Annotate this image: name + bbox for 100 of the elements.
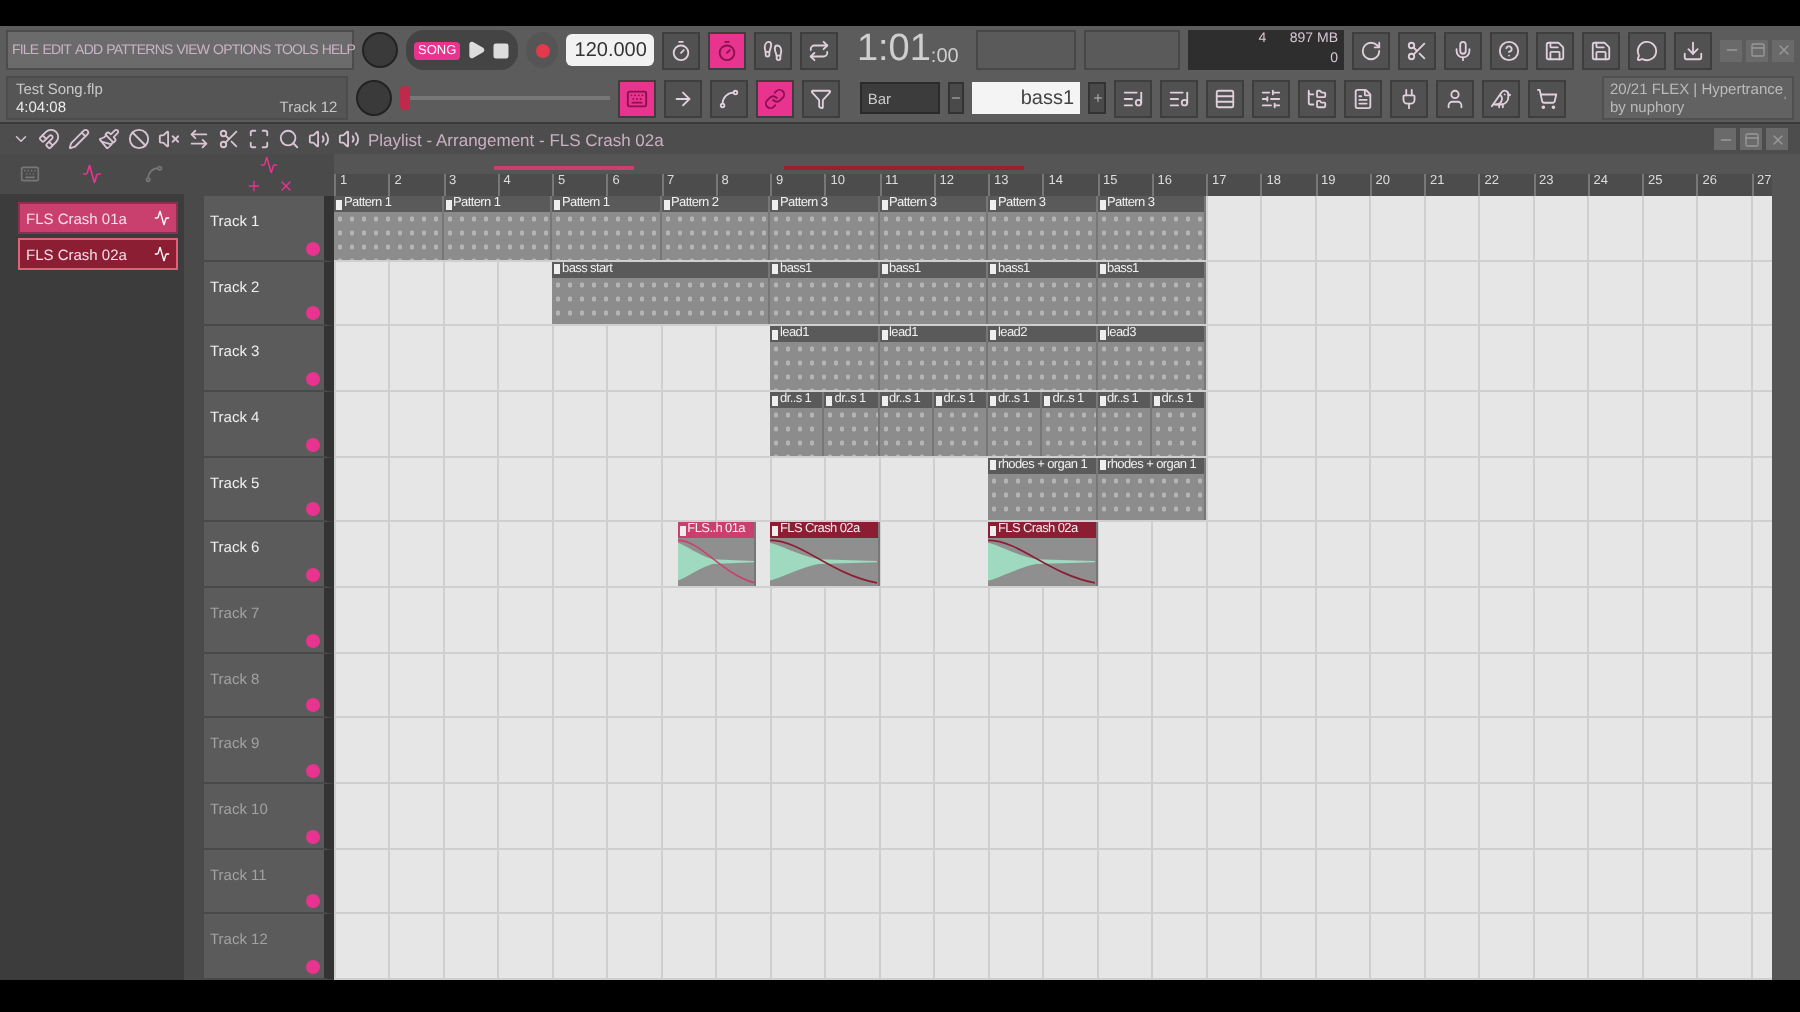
note-pattern-drawing: [1097, 212, 1204, 260]
note-pattern-drawing: [552, 212, 659, 260]
pattern-icon: [772, 199, 778, 209]
track-button-icon[interactable]: [306, 241, 320, 256]
tempo-field[interactable]: 120.000: [566, 34, 655, 66]
pattern-icon: [1044, 395, 1051, 406]
magnet-icon[interactable]: [38, 128, 60, 150]
minus-icon: [950, 92, 962, 104]
step-toggle[interactable]: [754, 31, 793, 69]
time-ticks: :00: [930, 46, 959, 68]
close-button[interactable]: [1766, 128, 1788, 150]
browser-button[interactable]: [1297, 79, 1336, 117]
track-button-icon[interactable]: [306, 894, 320, 909]
play-icon[interactable]: [466, 40, 487, 60]
mute-icon[interactable]: [158, 128, 180, 150]
playlist-button[interactable]: [1113, 79, 1152, 117]
pattern-icon: [990, 329, 996, 340]
browser-icon: [1305, 87, 1328, 109]
scissors-button[interactable]: [1398, 31, 1436, 69]
chat-button[interactable]: [1628, 31, 1666, 69]
person-icon: [1443, 87, 1466, 109]
bird-button[interactable]: [1481, 79, 1520, 117]
note-pattern-drawing: [824, 408, 877, 456]
save-button[interactable]: [1582, 31, 1620, 69]
curve-icon: [717, 87, 740, 109]
maximize-button[interactable]: [1740, 128, 1762, 150]
cart-button[interactable]: [1527, 79, 1566, 117]
select-icon[interactable]: [248, 128, 270, 150]
dropdown-icon[interactable]: [12, 130, 30, 148]
track-button-icon[interactable]: [306, 960, 320, 975]
track-button-icon[interactable]: [306, 437, 320, 452]
volume-knob[interactable]: [362, 32, 398, 68]
search-icon[interactable]: [278, 128, 300, 150]
step-icon: [762, 39, 785, 61]
document-button[interactable]: [1343, 79, 1382, 117]
pencil-icon[interactable]: [68, 128, 90, 150]
add-icon[interactable]: [245, 178, 261, 194]
channel-rack-button[interactable]: [1205, 79, 1244, 117]
track-button-icon[interactable]: [306, 502, 320, 517]
track-button-icon[interactable]: [306, 698, 320, 713]
track-button-icon[interactable]: [306, 829, 320, 844]
close-button[interactable]: [1772, 39, 1794, 61]
metronome-toggle[interactable]: [662, 31, 701, 69]
arrow-toggle[interactable]: [663, 79, 702, 117]
track-button-icon[interactable]: [306, 764, 320, 779]
piano-roll-icon: [1167, 87, 1190, 109]
piano-icon[interactable]: [20, 164, 41, 184]
stop-icon[interactable]: [492, 41, 511, 59]
track-button-icon[interactable]: [306, 568, 320, 583]
waveform-icon[interactable]: [260, 156, 278, 174]
link-toggle[interactable]: [755, 79, 794, 117]
brush-icon[interactable]: [98, 128, 120, 150]
track-button-icon[interactable]: [306, 372, 320, 387]
note-pattern-drawing: [879, 212, 986, 260]
countdown-toggle[interactable]: [708, 31, 747, 69]
blend-toggle[interactable]: [709, 79, 748, 117]
maximize-button[interactable]: [1746, 39, 1768, 61]
slice-icon[interactable]: [218, 128, 240, 150]
typing-toggle[interactable]: [617, 79, 656, 117]
scissors-icon: [1406, 39, 1428, 61]
next-pattern-button[interactable]: [1088, 82, 1106, 114]
minimize-button[interactable]: [1720, 39, 1742, 61]
remove-icon[interactable]: [277, 178, 293, 194]
pattern-icon: [772, 329, 778, 340]
waveform-icon[interactable]: [81, 164, 102, 184]
link-icon: [763, 87, 786, 109]
person-button[interactable]: [1435, 79, 1474, 117]
plug-button[interactable]: [1389, 79, 1428, 117]
waveform-drawing: [988, 538, 1095, 587]
help-button[interactable]: [1490, 31, 1528, 69]
time-bars: 1:01: [856, 28, 931, 72]
pattern-icon: [990, 395, 996, 406]
close-icon: [1775, 42, 1791, 58]
refresh-button[interactable]: [1352, 31, 1390, 69]
speaker-icon[interactable]: [308, 128, 330, 150]
previous-pattern-button[interactable]: [947, 82, 965, 114]
track-button-icon[interactable]: [306, 306, 320, 321]
mixer-button[interactable]: [1251, 79, 1290, 117]
track-button-icon[interactable]: [306, 633, 320, 648]
download-button[interactable]: [1674, 31, 1712, 69]
save-button[interactable]: [1536, 31, 1574, 69]
automation-icon[interactable]: [143, 164, 164, 184]
pitch-knob[interactable]: [355, 80, 392, 116]
slider-thumb[interactable]: [399, 86, 410, 110]
note-pattern-drawing: [1042, 408, 1095, 456]
minimize-button[interactable]: [1714, 128, 1736, 150]
position-slider[interactable]: [399, 86, 610, 110]
piano-roll-button[interactable]: [1159, 79, 1198, 117]
microphone-button[interactable]: [1444, 31, 1482, 69]
scroll-bar[interactable]: [1772, 154, 1800, 980]
pattern-icon: [1099, 329, 1105, 340]
pattern-icon: [881, 395, 887, 406]
loop-toggle[interactable]: [800, 31, 839, 69]
delete-icon[interactable]: [128, 128, 150, 150]
note-pattern-drawing: [661, 212, 768, 260]
pattern-field[interactable]: bass1: [972, 82, 1081, 114]
record-button[interactable]: [526, 32, 559, 68]
pattern-icon: [990, 264, 996, 275]
pattern-icon: [1099, 460, 1105, 471]
funnel-toggle[interactable]: [801, 79, 840, 117]
